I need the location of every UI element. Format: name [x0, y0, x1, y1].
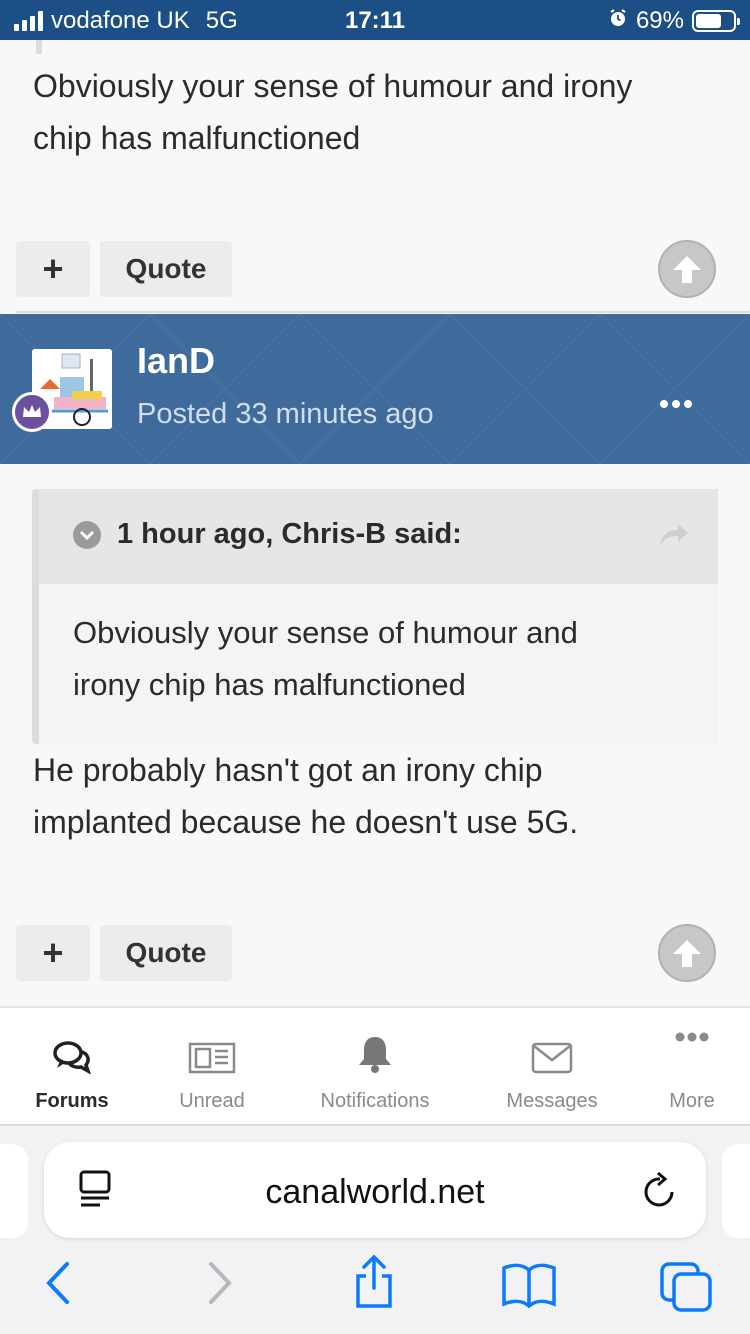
quote-text: Obviously your sense of humour and irony…	[73, 607, 578, 711]
scroll-up-button[interactable]	[658, 924, 716, 982]
nav-unread[interactable]: Unread	[162, 1008, 262, 1126]
nav-label: Forums	[35, 1090, 109, 1112]
plus-label: +	[42, 932, 64, 973]
text-line: Obviously your sense of humour and irony	[33, 68, 633, 104]
nav-more[interactable]: More	[652, 1008, 732, 1126]
next-tab-edge[interactable]	[722, 1144, 750, 1238]
tabs-icon[interactable]	[660, 1262, 712, 1317]
arrow-up-icon	[673, 940, 701, 967]
alarm-icon	[608, 7, 628, 35]
battery-icon	[692, 10, 740, 32]
forums-icon	[52, 1032, 92, 1074]
post-divider	[16, 311, 750, 313]
bookmarks-icon[interactable]	[500, 1262, 558, 1313]
text-line: Obviously your sense of humour and	[73, 615, 578, 650]
nav-notifications[interactable]: Notifications	[300, 1008, 450, 1126]
post-author-header: IanD Posted 33 minutes ago	[0, 314, 750, 464]
post-body: He probably hasn't got an irony chip imp…	[33, 744, 578, 848]
previous-tab-edge[interactable]	[0, 1144, 28, 1238]
text-line: implanted because he doesn't use 5G.	[33, 804, 579, 840]
quote-header[interactable]: 1 hour ago, Chris-B said:	[39, 489, 718, 584]
post-timestamp[interactable]: Posted 33 minutes ago	[137, 398, 434, 431]
status-bar: vodafone UK 5G 17:11 69%	[0, 0, 750, 40]
bell-icon	[355, 1032, 395, 1074]
quoted-post: 1 hour ago, Chris-B said: Obviously your…	[32, 489, 718, 744]
arrow-up-icon	[673, 256, 701, 283]
nav-label: Notifications	[320, 1090, 430, 1112]
previous-post-text: Obviously your sense of humour and irony…	[33, 60, 632, 164]
chevron-down-icon[interactable]	[73, 521, 101, 549]
quote-button[interactable]: Quote	[100, 241, 232, 297]
battery-percent: 69%	[635, 7, 684, 34]
nav-label: Unread	[179, 1090, 245, 1112]
rank-badge-icon	[12, 392, 52, 432]
more-dots-icon	[675, 1032, 709, 1074]
text-line: chip has malfunctioned	[33, 120, 361, 156]
back-icon[interactable]	[42, 1260, 74, 1311]
nav-label: More	[669, 1090, 715, 1112]
url-text: canalworld.net	[265, 1173, 485, 1211]
quote-label: Quote	[125, 937, 207, 968]
status-right: 69%	[608, 7, 740, 35]
author-name[interactable]: IanD	[137, 340, 215, 382]
nav-forums[interactable]: Forums	[22, 1008, 122, 1126]
share-icon[interactable]	[352, 1254, 396, 1315]
scroll-up-button[interactable]	[658, 240, 716, 298]
address-bar[interactable]: canalworld.net	[44, 1142, 706, 1238]
quote-label: Quote	[125, 253, 207, 284]
forum-bottom-nav: Forums Unread Notifications Messages Mor…	[0, 1006, 750, 1126]
header-pattern	[0, 314, 750, 464]
nav-label: Messages	[506, 1090, 598, 1112]
text-line: irony chip has malfunctioned	[73, 667, 466, 702]
react-plus-button[interactable]: +	[16, 925, 90, 981]
browser-toolbar: canalworld.net	[0, 1126, 750, 1334]
forward-icon[interactable]	[204, 1260, 236, 1311]
quote-button[interactable]: Quote	[100, 925, 232, 981]
post-options-button[interactable]	[660, 400, 692, 408]
quote-edge	[36, 40, 42, 54]
quote-citation: 1 hour ago, Chris-B said:	[117, 518, 462, 550]
nav-messages[interactable]: Messages	[492, 1008, 612, 1126]
envelope-icon	[531, 1032, 573, 1074]
react-plus-button[interactable]: +	[16, 241, 90, 297]
text-line: He probably hasn't got an irony chip	[33, 752, 543, 788]
go-to-quote-icon[interactable]	[658, 522, 690, 553]
plus-label: +	[42, 248, 64, 289]
newspaper-icon	[188, 1032, 236, 1074]
reload-icon[interactable]	[642, 1170, 678, 1215]
